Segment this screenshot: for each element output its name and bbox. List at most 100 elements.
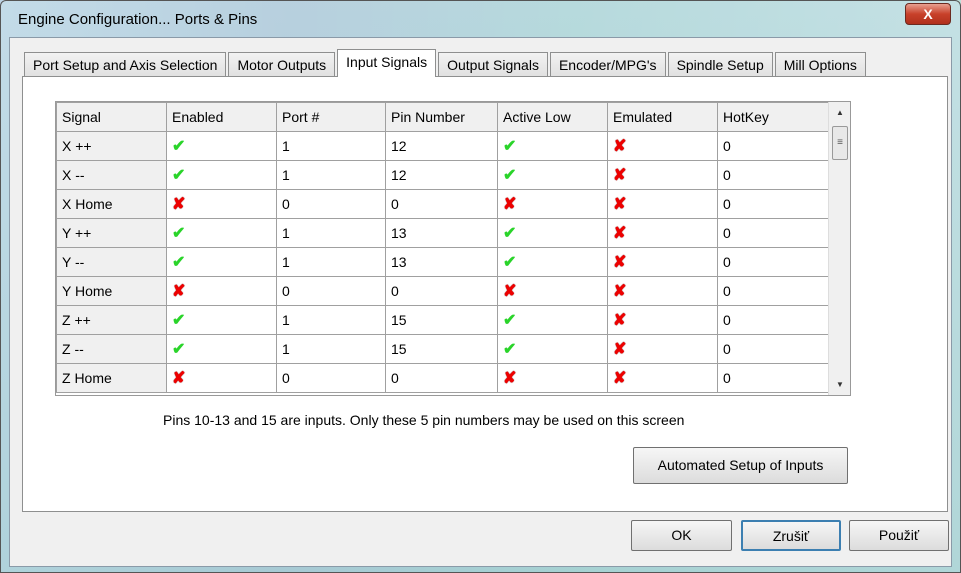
green-check-icon: ✔ [172,254,186,271]
cell-port[interactable]: 1 [276,131,386,161]
cell-port[interactable]: 0 [276,189,386,219]
cell-enabled[interactable]: ✔ [166,160,277,190]
column-header[interactable]: Signal [56,102,167,132]
green-check-icon: ✔ [172,167,186,184]
green-check-icon: ✔ [172,138,186,155]
cell-hotkey[interactable]: 0 [717,218,830,248]
cell-active-low[interactable]: ✔ [497,334,608,364]
column-header[interactable]: Pin Number [385,102,498,132]
red-x-icon: ✘ [503,370,517,387]
cell-enabled[interactable]: ✘ [166,363,277,393]
red-x-icon: ✘ [613,196,627,213]
cell-pin[interactable]: 0 [385,189,498,219]
cancel-button[interactable]: Zrušiť [741,520,841,551]
column-header[interactable]: Enabled [166,102,277,132]
cell-port[interactable]: 1 [276,160,386,190]
cell-hotkey[interactable]: 0 [717,334,830,364]
cell-emulated[interactable]: ✘ [607,276,718,306]
cell-port[interactable]: 1 [276,334,386,364]
cell-signal[interactable]: Z Home [56,363,167,393]
cell-pin[interactable]: 13 [385,247,498,277]
cell-active-low[interactable]: ✘ [497,189,608,219]
cell-hotkey[interactable]: 0 [717,189,830,219]
cell-emulated[interactable]: ✘ [607,160,718,190]
cell-active-low[interactable]: ✔ [497,218,608,248]
cell-enabled[interactable]: ✘ [166,276,277,306]
cell-signal[interactable]: Y Home [56,276,167,306]
cell-active-low[interactable]: ✔ [497,247,608,277]
cell-port[interactable]: 1 [276,218,386,248]
red-x-icon: ✘ [503,283,517,300]
cell-enabled[interactable]: ✔ [166,218,277,248]
cell-enabled[interactable]: ✘ [166,189,277,219]
table-row: Y Home ✘ 0 0 ✘ ✘ 0 [56,276,830,306]
cell-signal[interactable]: Z -- [56,334,167,364]
vertical-scrollbar[interactable]: ▲ ≡ ▼ [828,102,850,395]
cell-signal[interactable]: Y -- [56,247,167,277]
cell-active-low[interactable]: ✘ [497,276,608,306]
close-button[interactable]: X [905,3,951,25]
cell-signal[interactable]: X Home [56,189,167,219]
cell-emulated[interactable]: ✘ [607,363,718,393]
cell-active-low[interactable]: ✔ [497,160,608,190]
tab-motor-outputs[interactable]: Motor Outputs [228,52,336,77]
scroll-down-icon[interactable]: ▼ [829,380,850,389]
cell-pin[interactable]: 13 [385,218,498,248]
cell-pin[interactable]: 0 [385,276,498,306]
cell-emulated[interactable]: ✘ [607,305,718,335]
cell-active-low[interactable]: ✔ [497,131,608,161]
tab-input-signals[interactable]: Input Signals [337,49,437,77]
cell-hotkey[interactable]: 0 [717,247,830,277]
cell-enabled[interactable]: ✔ [166,334,277,364]
cell-hotkey[interactable]: 0 [717,160,830,190]
cell-hotkey[interactable]: 0 [717,305,830,335]
cell-emulated[interactable]: ✘ [607,247,718,277]
cell-emulated[interactable]: ✘ [607,334,718,364]
cell-pin[interactable]: 12 [385,131,498,161]
cell-pin[interactable]: 0 [385,363,498,393]
cell-emulated[interactable]: ✘ [607,189,718,219]
cell-enabled[interactable]: ✔ [166,305,277,335]
cell-active-low[interactable]: ✘ [497,363,608,393]
red-x-icon: ✘ [613,254,627,271]
green-check-icon: ✔ [172,225,186,242]
cell-hotkey[interactable]: 0 [717,363,830,393]
cell-signal[interactable]: X -- [56,160,167,190]
cell-signal[interactable]: Z ++ [56,305,167,335]
automated-setup-button[interactable]: Automated Setup of Inputs [633,447,848,484]
red-x-icon: ✘ [172,196,186,213]
cell-pin[interactable]: 15 [385,334,498,364]
cell-port[interactable]: 1 [276,305,386,335]
column-header[interactable]: Active Low [497,102,608,132]
cell-emulated[interactable]: ✘ [607,131,718,161]
column-header[interactable]: Emulated [607,102,718,132]
green-check-icon: ✔ [503,341,517,358]
red-x-icon: ✘ [172,370,186,387]
green-check-icon: ✔ [172,312,186,329]
cell-pin[interactable]: 15 [385,305,498,335]
ok-button[interactable]: OK [631,520,732,551]
tab-encoder-mpg-s[interactable]: Encoder/MPG's [549,52,666,77]
tab-spindle-setup[interactable]: Spindle Setup [667,52,773,77]
column-header[interactable]: HotKey [717,102,830,132]
scroll-up-icon[interactable]: ▲ [829,108,850,117]
tab-port-setup-and-axis-selection[interactable]: Port Setup and Axis Selection [24,52,227,77]
cell-port[interactable]: 1 [276,247,386,277]
cell-pin[interactable]: 12 [385,160,498,190]
column-header[interactable]: Port # [276,102,386,132]
input-signals-grid: Signal Enabled Port # Pin Number Active Low E… [55,101,851,396]
cell-signal[interactable]: Y ++ [56,218,167,248]
cell-signal[interactable]: X ++ [56,131,167,161]
apply-button[interactable]: Použiť [849,520,949,551]
cell-hotkey[interactable]: 0 [717,131,830,161]
tab-output-signals[interactable]: Output Signals [438,52,548,77]
cell-emulated[interactable]: ✘ [607,218,718,248]
cell-hotkey[interactable]: 0 [717,276,830,306]
cell-port[interactable]: 0 [276,276,386,306]
scrollbar-thumb[interactable]: ≡ [832,126,848,160]
cell-active-low[interactable]: ✔ [497,305,608,335]
cell-port[interactable]: 0 [276,363,386,393]
cell-enabled[interactable]: ✔ [166,131,277,161]
cell-enabled[interactable]: ✔ [166,247,277,277]
tab-mill-options[interactable]: Mill Options [774,52,866,77]
